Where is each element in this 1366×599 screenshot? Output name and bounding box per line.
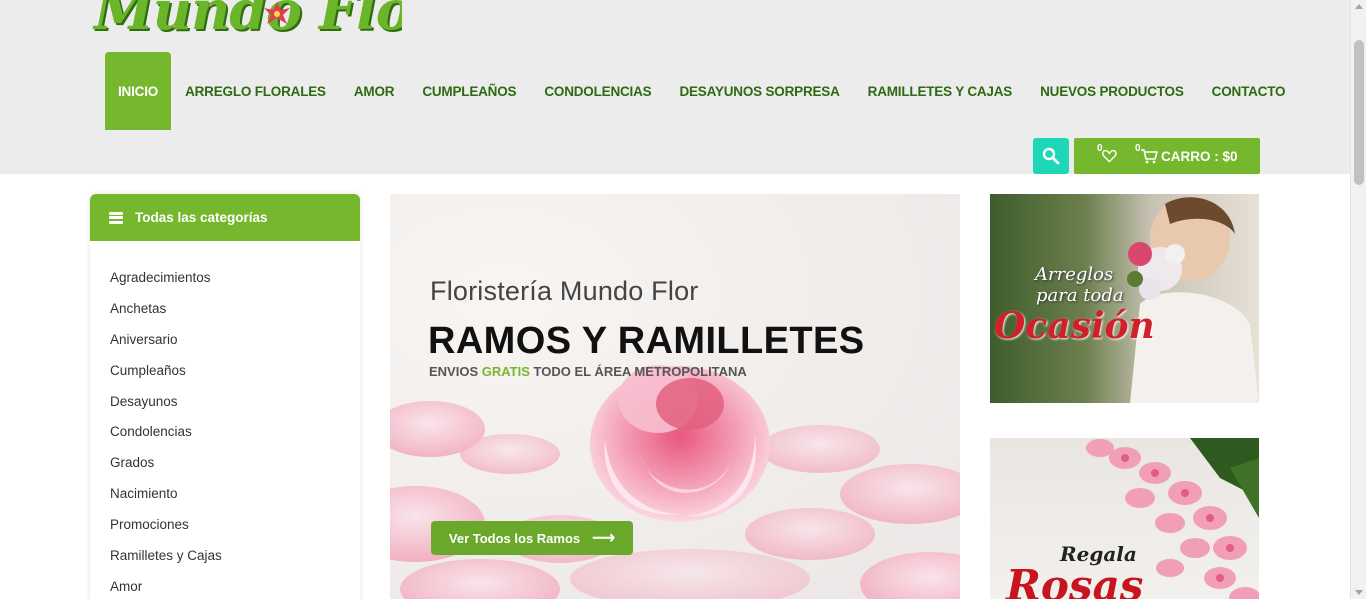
nav-item-amor[interactable]: AMOR bbox=[340, 52, 408, 130]
site-header: Mundo Flor INICIO ARREGLO FLORALES AMOR … bbox=[0, 0, 1350, 174]
page-scrollbar[interactable] bbox=[1350, 0, 1366, 599]
menu-icon bbox=[109, 211, 123, 224]
hero-tagline-post: TODO EL ÁREA METROPOLITANA bbox=[529, 364, 747, 379]
hero-title: RAMOS Y RAMILLETES bbox=[428, 320, 865, 362]
shopping-cart-icon[interactable] bbox=[1140, 148, 1158, 164]
category-item-condolencias[interactable]: Condolencias bbox=[90, 416, 360, 447]
nav-item-contacto[interactable]: CONTACTO bbox=[1198, 52, 1300, 130]
category-item-ramilletes-y-cajas[interactable]: Ramilletes y Cajas bbox=[90, 540, 360, 571]
category-item-anchetas[interactable]: Anchetas bbox=[90, 293, 360, 324]
category-item-nacimiento[interactable]: Nacimiento bbox=[90, 478, 360, 509]
cart-label[interactable]: CARRO : $0 bbox=[1161, 149, 1238, 164]
cart-bar: 0 0 CARRO : $0 bbox=[1074, 138, 1260, 174]
category-item-desayunos[interactable]: Desayunos bbox=[90, 386, 360, 417]
scrollbar-thumb[interactable] bbox=[1354, 40, 1364, 185]
hero-tagline: ENVIOS GRATIS TODO EL ÁREA METROPOLITANA bbox=[429, 364, 747, 379]
category-item-amor[interactable]: Amor bbox=[90, 571, 360, 599]
nav-item-desayunos-sorpresa[interactable]: DESAYUNOS SORPRESA bbox=[665, 52, 853, 130]
categories-heading-label: Todas las categorías bbox=[135, 210, 268, 225]
promo1-line2: para toda bbox=[1036, 285, 1124, 306]
nav-item-nuevos-productos[interactable]: NUEVOS PRODUCTOS bbox=[1026, 52, 1198, 130]
hero-tagline-pre: ENVIOS bbox=[429, 364, 482, 379]
categories-list: Agradecimientos Anchetas Aniversario Cum… bbox=[90, 241, 360, 599]
category-item-promociones[interactable]: Promociones bbox=[90, 509, 360, 540]
promo1-headline: Ocasión bbox=[994, 305, 1155, 347]
categories-heading[interactable]: Todas las categorías bbox=[90, 194, 360, 241]
category-item-aniversario[interactable]: Aniversario bbox=[90, 324, 360, 355]
scroll-up-arrow-icon[interactable] bbox=[1355, 4, 1363, 9]
bride-bouquet-image bbox=[1127, 197, 1259, 403]
search-button[interactable] bbox=[1033, 138, 1069, 174]
view-all-bouquets-label: Ver Todos los Ramos bbox=[448, 530, 581, 546]
nav-item-ramilletes-y-cajas[interactable]: RAMILLETES Y CAJAS bbox=[854, 52, 1026, 130]
scroll-down-arrow-icon[interactable] bbox=[1355, 590, 1363, 595]
logo-flower-icon bbox=[264, 2, 290, 24]
nav-item-arreglo-florales[interactable]: ARREGLO FLORALES bbox=[171, 52, 340, 130]
category-item-grados[interactable]: Grados bbox=[90, 447, 360, 478]
promo-roses-banner[interactable]: Regala Rosas bbox=[990, 438, 1259, 599]
categories-panel: Todas las categorías Agradecimientos Anc… bbox=[90, 194, 360, 599]
view-all-bouquets-button[interactable]: Ver Todos los Ramos ⟶ bbox=[431, 521, 633, 555]
hero-banner: Floristería Mundo Flor RAMOS Y RAMILLETE… bbox=[390, 194, 960, 599]
category-item-cumpleanos[interactable]: Cumpleaños bbox=[90, 355, 360, 386]
promo2-headline: Rosas bbox=[1006, 561, 1144, 599]
search-icon bbox=[1042, 147, 1060, 165]
category-item-agradecimientos[interactable]: Agradecimientos bbox=[90, 262, 360, 293]
hero-subtitle: Floristería Mundo Flor bbox=[430, 276, 699, 306]
site-logo[interactable]: Mundo Flor bbox=[92, 0, 402, 52]
heart-icon[interactable] bbox=[1097, 144, 1121, 168]
hero-tagline-highlight: GRATIS bbox=[481, 364, 530, 379]
nav-item-inicio[interactable]: INICIO bbox=[105, 52, 172, 130]
main-nav: INICIO ARREGLO FLORALES AMOR CUMPLEAÑOS … bbox=[105, 52, 1299, 130]
promo-arrangements-banner[interactable]: Arreglos para toda Ocasión bbox=[990, 194, 1259, 403]
promo1-line1: Arreglos bbox=[1035, 264, 1114, 285]
arrow-right-icon: ⟶ bbox=[592, 530, 616, 547]
nav-item-condolencias[interactable]: CONDOLENCIAS bbox=[530, 52, 665, 130]
logo-text: Mundo Flor bbox=[94, 0, 402, 42]
nav-item-cumpleanos[interactable]: CUMPLEAÑOS bbox=[408, 52, 530, 130]
